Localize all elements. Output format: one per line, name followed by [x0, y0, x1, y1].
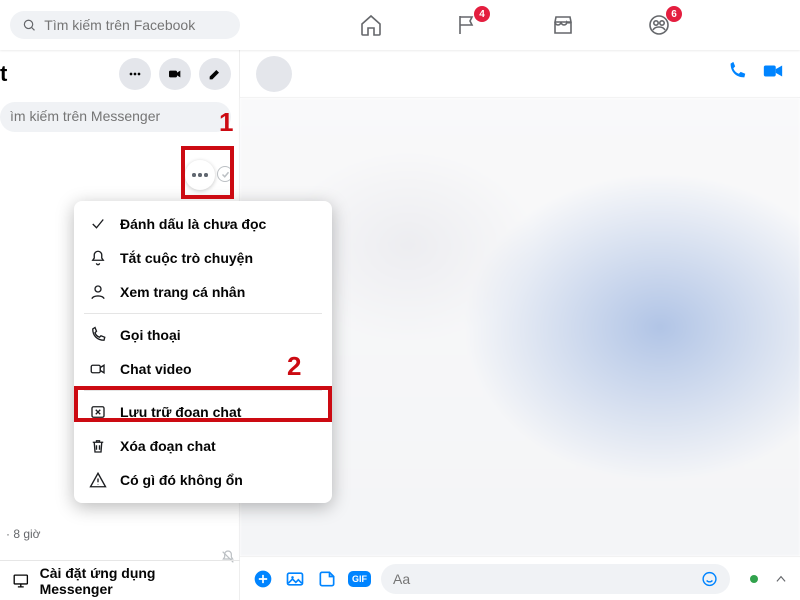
menu-delete[interactable]: Xóa đoạn chat: [74, 429, 332, 463]
search-icon: [22, 17, 36, 33]
menu-label: Lưu trữ đoạn chat: [120, 404, 241, 420]
composer-sticker-button[interactable]: [316, 568, 338, 590]
composer-input[interactable]: [393, 571, 701, 587]
composer-more-button[interactable]: [252, 568, 274, 590]
menu-label: Chat video: [120, 361, 192, 377]
composer-gif-button[interactable]: GIF: [348, 571, 371, 587]
conversation-header: [240, 50, 800, 98]
emoji-icon[interactable]: [701, 570, 718, 588]
menu-mute[interactable]: Tắt cuộc trò chuyện: [74, 241, 332, 275]
phone-icon: [726, 60, 748, 82]
dots-icon: [127, 66, 143, 82]
home-icon: [359, 13, 383, 37]
install-messenger-link[interactable]: Cài đặt ứng dụng Messenger: [0, 560, 240, 600]
menu-label: Đánh dấu là chưa đọc: [120, 216, 266, 232]
messenger-search[interactable]: [0, 102, 231, 132]
archive-icon: [88, 402, 108, 422]
chat-more-button[interactable]: [119, 58, 151, 90]
messenger-search-input[interactable]: [10, 108, 221, 124]
annotation-box-1: [181, 146, 234, 199]
video-call-button[interactable]: [762, 60, 784, 87]
annotation-label-1: 1: [219, 107, 233, 138]
menu-label: Xóa đoạn chat: [120, 438, 216, 454]
menu-report[interactable]: Có gì đó không ổn: [74, 463, 332, 497]
menu-label: Tắt cuộc trò chuyện: [120, 250, 253, 266]
new-video-room-button[interactable]: [159, 58, 191, 90]
chat-title: t: [0, 61, 7, 87]
top-bar: 4 6: [0, 0, 800, 50]
menu-view-profile[interactable]: Xem trang cá nhân: [74, 275, 332, 309]
chat-header: t: [0, 50, 239, 96]
compose-icon: [207, 66, 223, 82]
global-search[interactable]: [10, 11, 240, 39]
menu-separator: [84, 313, 322, 314]
menu-label: Có gì đó không ổn: [120, 472, 243, 488]
check-icon: [88, 214, 108, 234]
menu-audio-call[interactable]: Gọi thoại: [74, 318, 332, 352]
warning-icon: [88, 470, 108, 490]
phone-icon: [88, 325, 108, 345]
composer: GIF: [240, 556, 800, 600]
nav-pages[interactable]: 4: [454, 12, 480, 38]
menu-label: Gọi thoại: [120, 327, 181, 343]
menu-mark-unread[interactable]: Đánh dấu là chưa đọc: [74, 207, 332, 241]
image-icon: [285, 569, 305, 589]
bell-icon: [88, 248, 108, 268]
profile-icon: [88, 282, 108, 302]
menu-label: Xem trang cá nhân: [120, 284, 245, 300]
nav-home[interactable]: [358, 12, 384, 38]
last-message-time: · 8 giờ: [6, 527, 41, 541]
plus-circle-icon: [253, 569, 273, 589]
audio-call-button[interactable]: [726, 60, 748, 87]
nav-groups[interactable]: 6: [646, 12, 672, 38]
avatar[interactable]: [256, 56, 292, 92]
video-plus-icon: [167, 66, 183, 82]
composer-photo-button[interactable]: [284, 568, 306, 590]
badge-groups: 6: [666, 6, 682, 22]
install-label: Cài đặt ứng dụng Messenger: [40, 565, 228, 597]
new-message-button[interactable]: [199, 58, 231, 90]
video-icon: [88, 359, 108, 379]
menu-archive[interactable]: Lưu trữ đoạn chat: [74, 395, 332, 429]
annotation-label-2: 2: [287, 351, 301, 382]
nav-center: 4 6: [240, 12, 790, 38]
global-search-input[interactable]: [44, 17, 228, 33]
badge-pages: 4: [474, 6, 490, 22]
desktop-icon: [12, 572, 30, 590]
store-icon: [551, 13, 575, 37]
sticker-icon: [317, 569, 337, 589]
trash-icon: [88, 436, 108, 456]
active-status-dot: [750, 575, 758, 583]
video-icon: [762, 60, 784, 82]
menu-separator: [84, 390, 322, 391]
composer-input-wrap[interactable]: [381, 564, 730, 594]
nav-marketplace[interactable]: [550, 12, 576, 38]
chevron-icon[interactable]: [774, 572, 788, 586]
